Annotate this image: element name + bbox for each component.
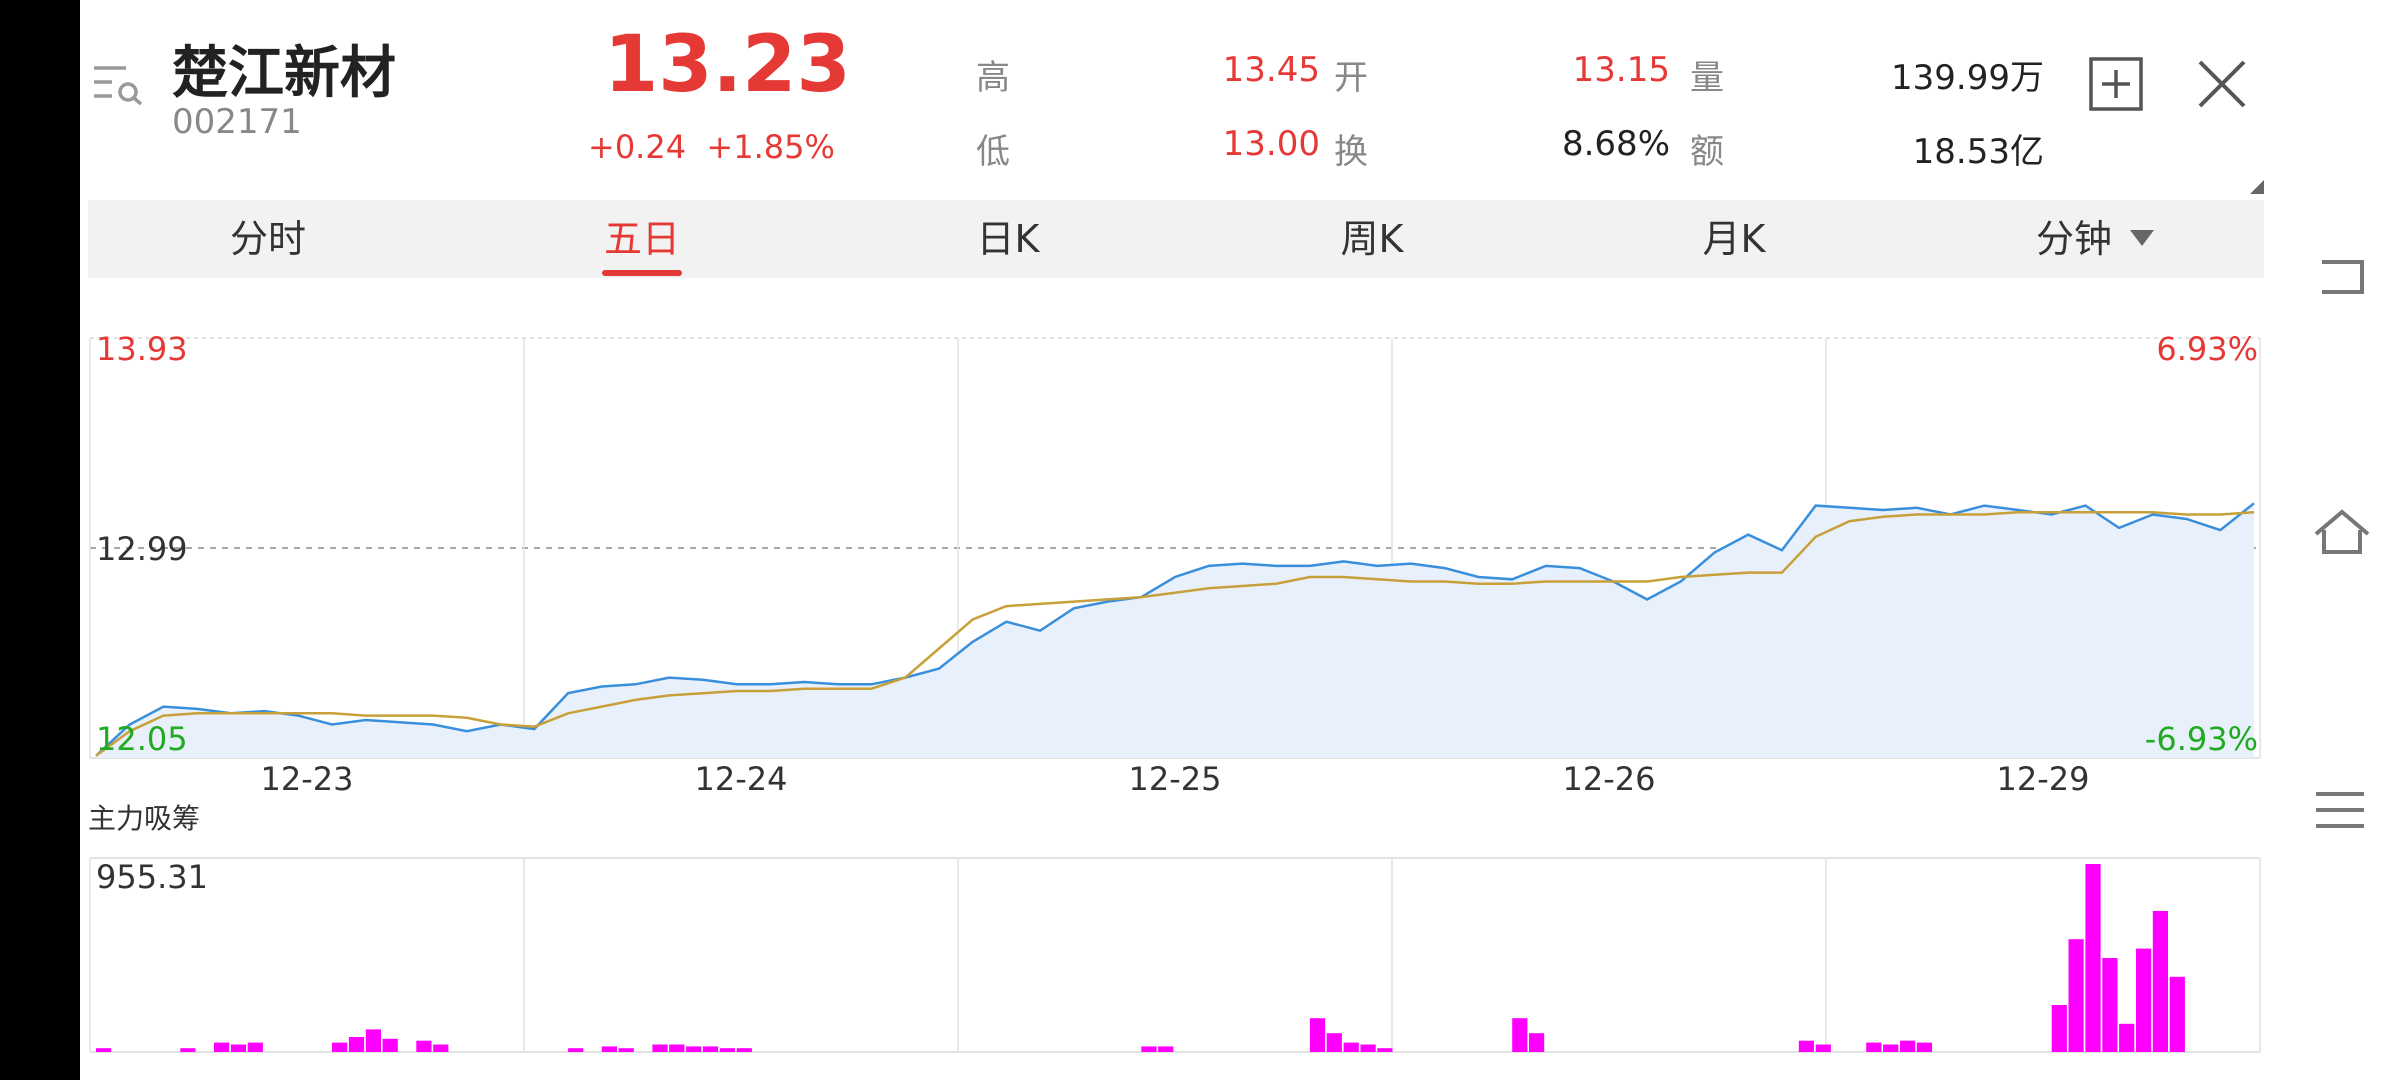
stock-name: 楚江新材 [172, 41, 396, 106]
home-icon[interactable] [2312, 508, 2372, 556]
volume-panel-title: 主力吸筹 [88, 802, 200, 835]
volume-bar [2152, 911, 2168, 1052]
volume-bar [1512, 1018, 1528, 1052]
volume-bar [433, 1044, 449, 1052]
volume-bar [96, 1048, 112, 1052]
volume-bar [348, 1037, 365, 1052]
volume-bar [1326, 1033, 1342, 1052]
high-label: 高 [976, 58, 1010, 98]
volume-bar [416, 1040, 432, 1052]
x-tick-label: 12-24 [695, 760, 788, 798]
chevron-down-icon[interactable] [2130, 230, 2154, 246]
x-tick-label: 12-25 [1129, 760, 1222, 798]
volume-bar [1141, 1046, 1157, 1052]
volume-bar [365, 1029, 381, 1052]
volume-bar [2102, 958, 2118, 1052]
volume-bar [719, 1048, 735, 1052]
volume-bar [618, 1048, 634, 1052]
volume-bar [1815, 1044, 1831, 1052]
tab-intraday[interactable]: 分时 [208, 200, 328, 278]
volume-bar [686, 1046, 702, 1052]
tab-monthly-k[interactable]: 月K [1664, 200, 1804, 278]
volume-bar [1900, 1040, 1916, 1052]
volume-bar [1916, 1042, 1932, 1052]
turnover-value: 8.68% [1561, 124, 1670, 164]
volume-bar [180, 1048, 196, 1052]
active-tab-underline [602, 270, 682, 276]
volume-bar [1343, 1042, 1359, 1052]
volume-bar [1529, 1033, 1545, 1052]
volume-bar [1798, 1040, 1814, 1052]
volume-bar [214, 1042, 230, 1052]
volume-bar [1158, 1046, 1174, 1052]
current-price: 13.23 [604, 20, 851, 110]
menu-search-icon[interactable] [92, 62, 144, 106]
tab-minute[interactable]: 分钟 [2004, 200, 2144, 278]
amount-value: 18.53亿 [1912, 132, 2044, 172]
tab-five-day[interactable]: 五日 [582, 200, 702, 278]
tab-daily-k[interactable]: 日K [938, 200, 1078, 278]
right-system-nav [2264, 0, 2400, 1080]
amount-label: 额 [1690, 132, 1724, 172]
turnover-label: 换 [1334, 132, 1368, 172]
open-label: 开 [1334, 58, 1368, 98]
pct-bottom-label: -6.93% [2145, 720, 2258, 758]
volume-bar [1377, 1048, 1393, 1052]
volume-bar [1309, 1018, 1326, 1052]
volume-bar [382, 1038, 398, 1052]
volume-bar [247, 1042, 263, 1052]
y-mid-label: 12.99 [96, 530, 188, 568]
back-icon[interactable] [2316, 256, 2368, 300]
x-tick-label: 12-26 [1563, 760, 1656, 798]
volume-bar [652, 1044, 668, 1052]
volume-bar [2085, 864, 2101, 1052]
volume-bar [2051, 1005, 2067, 1052]
plus-square-icon[interactable] [2088, 56, 2144, 112]
open-value: 13.15 [1572, 50, 1670, 90]
low-value: 13.00 [1222, 124, 1320, 164]
volume-bar [1883, 1044, 1899, 1052]
x-tick-label: 12-23 [261, 760, 354, 798]
volume-bar [1360, 1044, 1376, 1052]
volume-bar [669, 1044, 685, 1052]
period-tabs: 分时 五日 日K 周K 月K 分钟 [88, 200, 2264, 278]
volume-bar [601, 1046, 617, 1052]
x-tick-label: 12-29 [1997, 760, 2090, 798]
volume-max-label: 955.31 [96, 858, 208, 896]
high-value: 13.45 [1222, 50, 1320, 90]
price-change: +0.24 +1.85% [588, 128, 835, 166]
volume-bar [230, 1044, 247, 1052]
volume-bar [702, 1046, 719, 1052]
volume-bar [2068, 939, 2084, 1052]
volume-bar [1866, 1042, 1882, 1052]
volume-bar [332, 1042, 348, 1052]
left-system-bar [0, 0, 80, 1080]
y-top-label: 13.93 [96, 330, 188, 368]
y-bottom-label: 12.05 [96, 720, 188, 758]
low-label: 低 [976, 132, 1010, 172]
volume-value: 139.99万 [1891, 58, 2044, 98]
volume-bar [2119, 1023, 2135, 1052]
stock-code: 002171 [172, 102, 302, 142]
volume-bar [736, 1048, 752, 1052]
volume-label: 量 [1690, 58, 1724, 98]
volume-bar [2136, 948, 2152, 1052]
volume-bar [2169, 976, 2185, 1052]
pct-top-label: 6.93% [2156, 330, 2258, 368]
price-area-fill [96, 503, 2254, 758]
five-day-chart[interactable]: 13.93 12.99 12.05 6.93% -6.93% 12-23 12-24 12-2… [88, 330, 2264, 1070]
close-icon[interactable] [2196, 58, 2248, 110]
volume-bar [568, 1048, 584, 1052]
tab-weekly-k[interactable]: 周K [1302, 200, 1442, 278]
menu-icon[interactable] [2314, 790, 2366, 830]
